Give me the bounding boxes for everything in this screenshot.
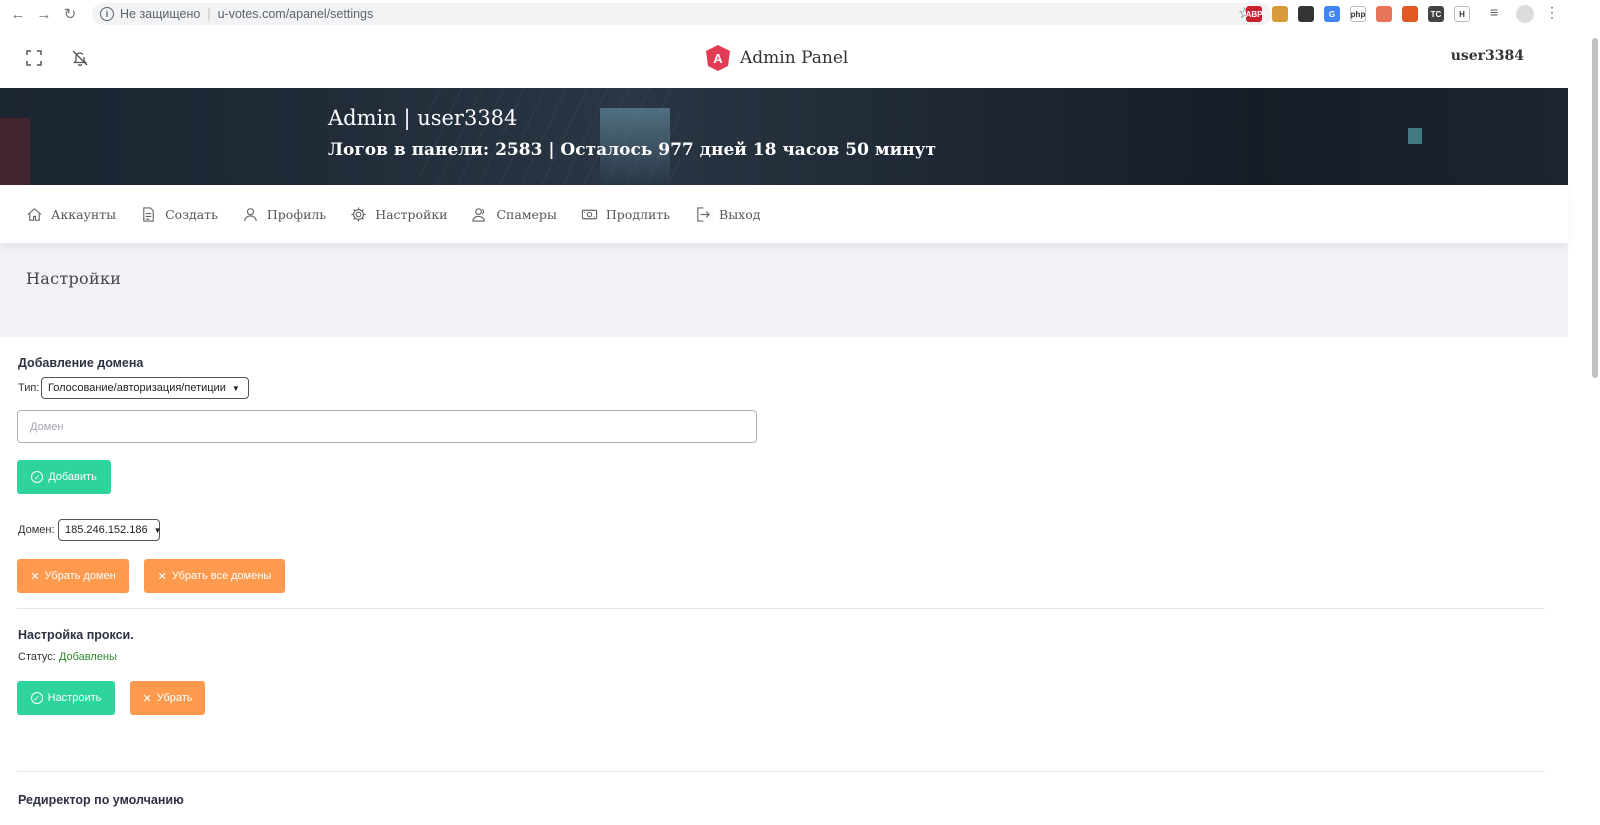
add-domain-button[interactable]: ✓ Добавить bbox=[17, 460, 111, 494]
proxy-status: Статус: Добавлены bbox=[18, 651, 117, 663]
not-secure-label: Не защищено bbox=[120, 7, 201, 21]
abp-icon[interactable]: ABP bbox=[1246, 6, 1262, 22]
reading-list-icon[interactable]: ≡ bbox=[1490, 4, 1498, 20]
header-username[interactable]: user3384 bbox=[1451, 48, 1524, 64]
page-scrollbar[interactable] bbox=[1568, 28, 1600, 825]
menu-item-settings[interactable]: Настройки bbox=[350, 206, 447, 223]
menu-item-create[interactable]: Создать bbox=[140, 206, 218, 223]
type-select[interactable]: Голосование/авторизация/петиции ▼ bbox=[41, 377, 249, 399]
proxy-status-label: Статус: bbox=[18, 651, 56, 663]
h-icon[interactable]: H bbox=[1454, 6, 1470, 22]
reload-icon[interactable]: ↻ bbox=[60, 4, 80, 24]
tab-icon[interactable] bbox=[1402, 6, 1418, 22]
banner-stats: Логов в панели: 2583 | Осталось 977 дней… bbox=[328, 140, 937, 160]
translate-icon[interactable]: G bbox=[1324, 6, 1340, 22]
domain-select-value: 185.246.152.186 bbox=[65, 524, 148, 536]
menu-item-logout[interactable]: Выход bbox=[694, 206, 760, 223]
home-icon bbox=[27, 207, 42, 221]
remove-all-domains-button-label: Убрать все домены bbox=[171, 570, 272, 582]
section-divider bbox=[17, 608, 1545, 609]
profile-avatar[interactable] bbox=[1516, 5, 1534, 23]
domain-section-title: Добавление домена bbox=[18, 356, 144, 370]
domain-input[interactable] bbox=[17, 410, 757, 443]
type-label: Тип: bbox=[18, 382, 40, 394]
app-header: A Admin Panel user3384 bbox=[0, 28, 1568, 88]
url-text[interactable]: u-votes.com/apanel/settings bbox=[218, 7, 374, 21]
browser-toolbar: ← → ↻ i Не защищено | u-votes.com/apanel… bbox=[0, 0, 1600, 29]
remove-proxy-button[interactable]: ✕ Убрать bbox=[130, 681, 205, 715]
menu-item-profile[interactable]: Профиль bbox=[242, 206, 326, 223]
brand-title: Admin Panel bbox=[740, 48, 849, 68]
menu-item-label: Спамеры bbox=[496, 206, 557, 222]
menu-item-label: Аккаунты bbox=[51, 206, 117, 222]
more-menu-icon[interactable]: ⋮ bbox=[1545, 4, 1559, 21]
domain-label: Домен: bbox=[18, 524, 55, 536]
type-select-value: Голосование/авторизация/петиции bbox=[48, 382, 226, 394]
proxy-section-title: Настройка прокси. bbox=[18, 628, 134, 642]
close-icon: ✕ bbox=[157, 570, 167, 583]
remove-domain-button-label: Убрать домен bbox=[44, 570, 116, 582]
menu-item-accounts[interactable]: Аккаунты bbox=[26, 206, 116, 223]
svg-text:A: A bbox=[713, 51, 723, 66]
section-divider bbox=[17, 771, 1545, 772]
money-icon bbox=[581, 209, 598, 219]
menu-item-label: Настройки bbox=[375, 206, 448, 222]
remove-proxy-button-label: Убрать bbox=[156, 692, 193, 704]
camera-icon[interactable] bbox=[1376, 6, 1392, 22]
chevron-down-icon: ▼ bbox=[231, 383, 240, 393]
menu-item-extend[interactable]: Продлить bbox=[581, 206, 670, 223]
php-icon[interactable]: php bbox=[1350, 6, 1366, 22]
url-separator: | bbox=[207, 7, 211, 21]
menu-item-label: Выход bbox=[719, 206, 761, 222]
banner-decoration bbox=[1408, 128, 1422, 144]
menu-item-label: Профиль bbox=[266, 206, 327, 222]
user-icon bbox=[244, 207, 257, 221]
users-icon bbox=[472, 207, 486, 222]
notifications-off-icon[interactable] bbox=[70, 48, 90, 68]
cookie-icon[interactable] bbox=[1272, 6, 1288, 22]
logout-icon bbox=[697, 206, 710, 222]
remove-domain-button[interactable]: ✕ Убрать домен bbox=[17, 559, 129, 593]
add-domain-button-label: Добавить bbox=[48, 471, 97, 483]
info-icon[interactable]: i bbox=[100, 7, 114, 21]
tc-icon[interactable]: TC bbox=[1428, 6, 1444, 22]
close-icon: ✕ bbox=[30, 570, 40, 583]
proxy-status-value: Добавлены bbox=[58, 651, 117, 663]
redirect-section-title: Редиректор по умолчанию bbox=[18, 793, 184, 807]
settings-content: Добавление домена Тип: Голосование/автор… bbox=[0, 337, 1568, 825]
page-header: Настройки bbox=[0, 243, 1568, 337]
angular-logo-icon: A bbox=[706, 45, 730, 71]
remove-all-domains-button[interactable]: ✕ Убрать все домены bbox=[144, 559, 285, 593]
main-menu: Аккаунты Создать Профиль Настройки Спаме… bbox=[0, 185, 1568, 243]
block-icon[interactable] bbox=[1298, 6, 1314, 22]
configure-proxy-button-label: Настроить bbox=[47, 692, 102, 704]
page-title: Настройки bbox=[26, 269, 122, 288]
forward-icon[interactable]: → bbox=[34, 4, 54, 24]
profile-banner: Admin | user3384 Логов в панели: 2583 | … bbox=[0, 88, 1568, 185]
fullscreen-icon[interactable] bbox=[24, 48, 44, 68]
gear-icon bbox=[351, 206, 366, 222]
menu-item-label: Продлить bbox=[605, 206, 671, 222]
address-bar[interactable]: i Не защищено | u-votes.com/apanel/setti… bbox=[92, 3, 1272, 25]
check-circle-icon: ✓ bbox=[30, 692, 43, 704]
document-icon bbox=[143, 206, 154, 222]
banner-title: Admin | user3384 bbox=[328, 106, 518, 130]
configure-proxy-button[interactable]: ✓ Настроить bbox=[17, 681, 115, 715]
menu-item-spammers[interactable]: Спамеры bbox=[471, 206, 557, 223]
brand[interactable]: A Admin Panel bbox=[704, 44, 848, 72]
banner-decoration bbox=[0, 118, 30, 185]
menu-item-label: Создать bbox=[165, 206, 218, 222]
back-icon[interactable]: ← bbox=[8, 4, 28, 24]
scrollbar-thumb[interactable] bbox=[1592, 38, 1598, 378]
chevron-down-icon: ▼ bbox=[153, 525, 162, 535]
close-icon: ✕ bbox=[142, 692, 152, 705]
check-circle-icon: ✓ bbox=[31, 471, 44, 483]
domain-select[interactable]: 185.246.152.186 ▼ bbox=[58, 519, 162, 541]
